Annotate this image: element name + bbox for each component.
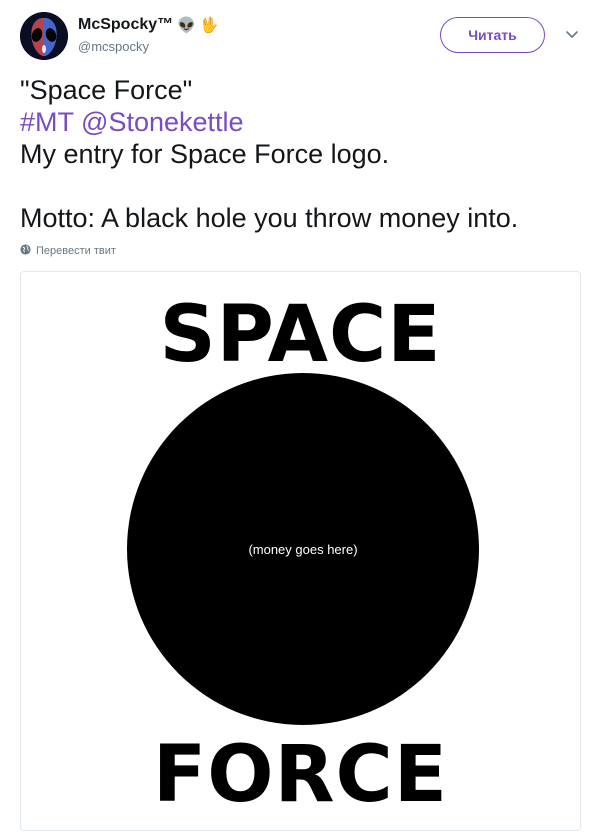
tweet-line-gap	[20, 170, 584, 202]
tweet-line-title: "Space Force"	[20, 75, 193, 105]
circle-caption: (money goes here)	[248, 541, 358, 557]
display-name[interactable]: McSpocky™	[78, 16, 173, 34]
vulcan-salute-emoji: 🖖	[199, 16, 219, 34]
tweet-text: "Space Force" #MT @Stonekettle My entry …	[20, 74, 584, 234]
black-hole-circle: (money goes here)	[127, 373, 479, 725]
translate-label: Перевести твит	[36, 245, 116, 257]
avatar[interactable]	[20, 12, 68, 60]
user-handle[interactable]: @mcspocky	[78, 39, 149, 54]
tweet-line-entry: My entry for Space Force logo.	[20, 139, 390, 169]
follow-button[interactable]: Читать	[440, 17, 545, 53]
alien-emoji: 👽	[177, 16, 196, 34]
globe-icon	[20, 244, 31, 258]
tweet-line-motto: Motto: A black hole you throw money into…	[20, 203, 519, 233]
chevron-down-icon[interactable]	[564, 26, 580, 42]
logo-word-space: SPACE	[159, 290, 442, 380]
tweet-line-links: #MT @Stonekettle	[20, 106, 584, 138]
mention-link[interactable]: @Stonekettle	[81, 107, 244, 137]
logo-word-force: FORCE	[152, 730, 449, 820]
tweet-media-image[interactable]: SPACE (money goes here) FORCE	[20, 271, 581, 831]
translate-tweet-link[interactable]: Перевести твит	[20, 244, 116, 258]
name-row: McSpocky™ 👽 🖖	[78, 16, 219, 34]
hashtag-link[interactable]: #MT	[20, 107, 74, 137]
tweet-header: McSpocky™ 👽 🖖 @mcspocky Читать	[20, 12, 584, 60]
